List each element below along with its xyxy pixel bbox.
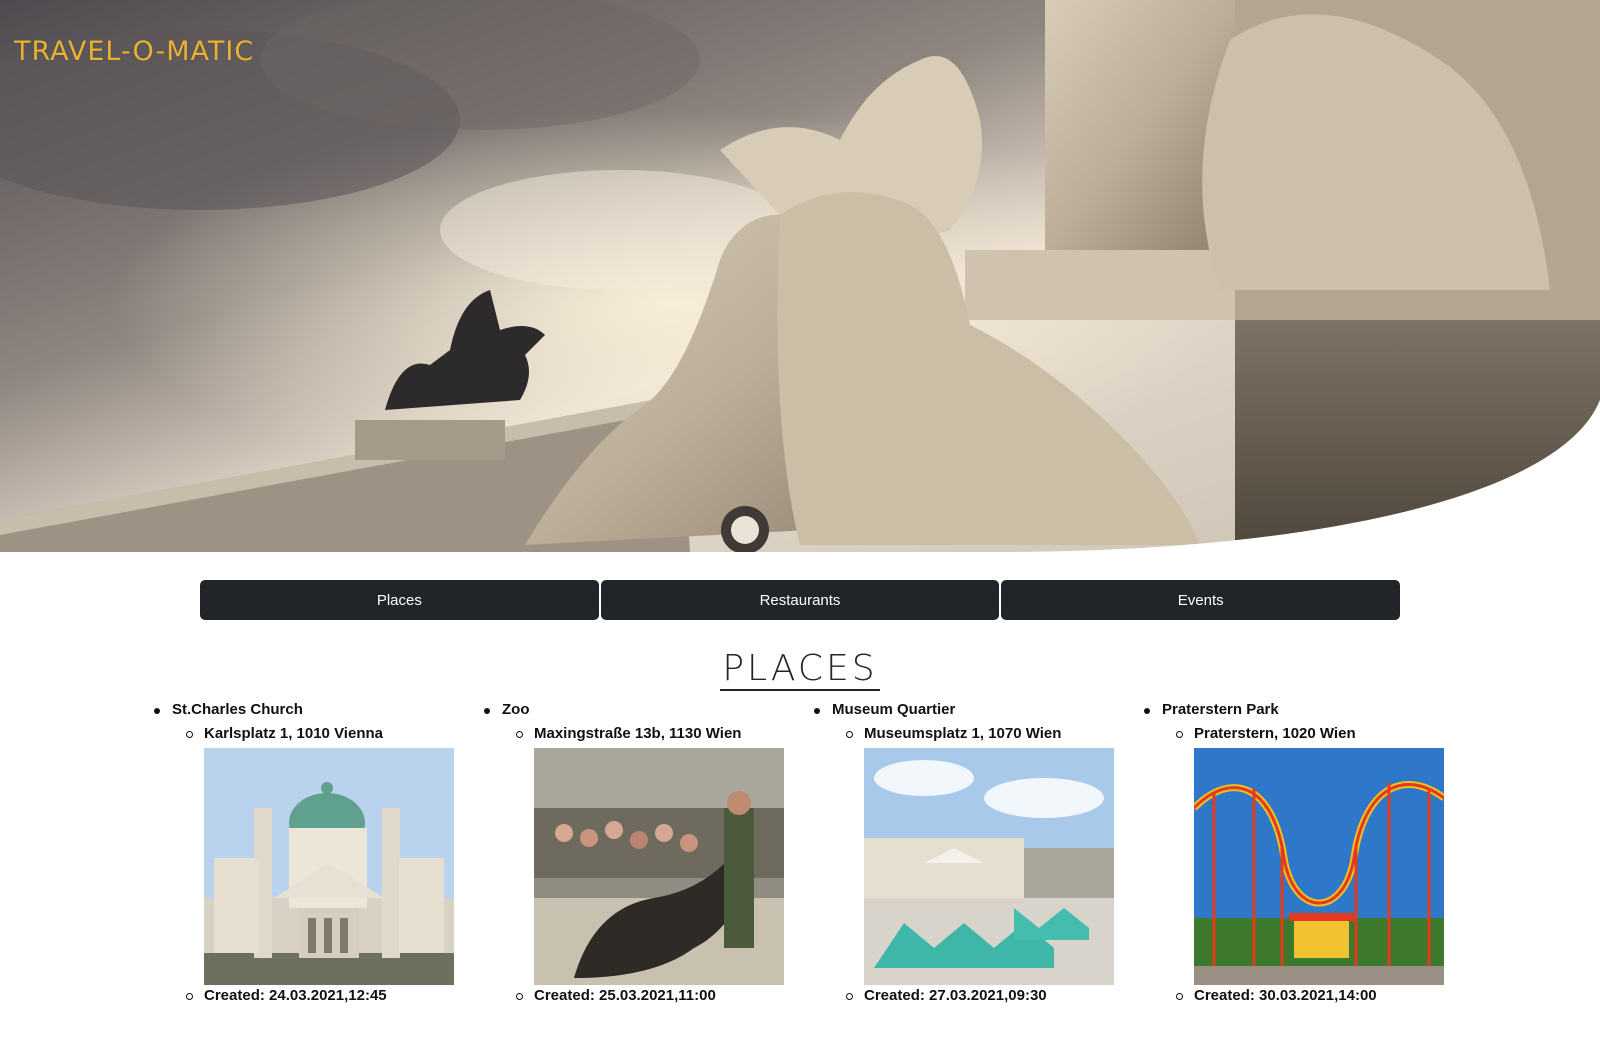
place-created: Created: 24.03.2021,12:45 <box>204 987 387 1004</box>
place-created: Created: 27.03.2021,09:30 <box>864 987 1047 1004</box>
place-card: Museum Quartier Museumsplatz 1, 1070 Wie… <box>810 700 1114 1020</box>
list-bullet <box>186 993 193 1000</box>
list-bullet <box>154 708 160 714</box>
places-list: St.Charles Church Karlsplatz 1, 1010 Vie… <box>150 700 1480 1020</box>
place-address: Praterstern, 1020 Wien <box>1194 725 1356 742</box>
place-card: St.Charles Church Karlsplatz 1, 1010 Vie… <box>150 700 454 1020</box>
place-card: Zoo Maxingstraße 13b, 1130 Wien Created: <box>480 700 784 1020</box>
place-image[interactable] <box>1194 748 1444 985</box>
hero-banner: TRAVEL-O-MATIC <box>0 0 1600 552</box>
zoo-sea-lions-photo <box>534 748 784 985</box>
st-charles-church-photo <box>204 748 454 985</box>
place-created: Created: 30.03.2021,14:00 <box>1194 987 1377 1004</box>
list-bullet <box>1176 993 1183 1000</box>
museum-quartier-photo <box>864 748 1114 985</box>
place-address: Maxingstraße 13b, 1130 Wien <box>534 725 742 742</box>
list-bullet <box>1144 708 1150 714</box>
list-bullet <box>484 708 490 714</box>
place-image[interactable] <box>864 748 1114 985</box>
place-card: Praterstern Park Praterstern, 1020 Wien <box>1140 700 1444 1020</box>
list-bullet <box>814 708 820 714</box>
place-created: Created: 25.03.2021,11:00 <box>534 987 716 1004</box>
list-bullet <box>1176 731 1183 738</box>
page-title-wrapper: PLACES <box>0 648 1600 691</box>
nav-restaurants-button[interactable]: Restaurants <box>600 580 1000 620</box>
list-bullet <box>516 993 523 1000</box>
main-navigation: Places Restaurants Events <box>200 580 1401 620</box>
place-image[interactable] <box>534 748 784 985</box>
page-title: PLACES <box>720 648 880 691</box>
place-address: Museumsplatz 1, 1070 Wien <box>864 725 1062 742</box>
list-bullet <box>846 993 853 1000</box>
place-name: Praterstern Park <box>1162 701 1279 718</box>
place-name: St.Charles Church <box>172 701 303 718</box>
nav-places-button[interactable]: Places <box>200 580 599 620</box>
list-bullet <box>516 731 523 738</box>
place-name: Zoo <box>502 701 530 718</box>
place-address: Karlsplatz 1, 1010 Vienna <box>204 725 383 742</box>
prater-rollercoaster-photo <box>1194 748 1444 985</box>
place-image[interactable] <box>204 748 454 985</box>
list-bullet <box>846 731 853 738</box>
brand-logo[interactable]: TRAVEL-O-MATIC <box>14 36 254 67</box>
place-name: Museum Quartier <box>832 701 956 718</box>
nav-events-button[interactable]: Events <box>1001 580 1401 620</box>
hero-image <box>0 0 1600 552</box>
list-bullet <box>186 731 193 738</box>
